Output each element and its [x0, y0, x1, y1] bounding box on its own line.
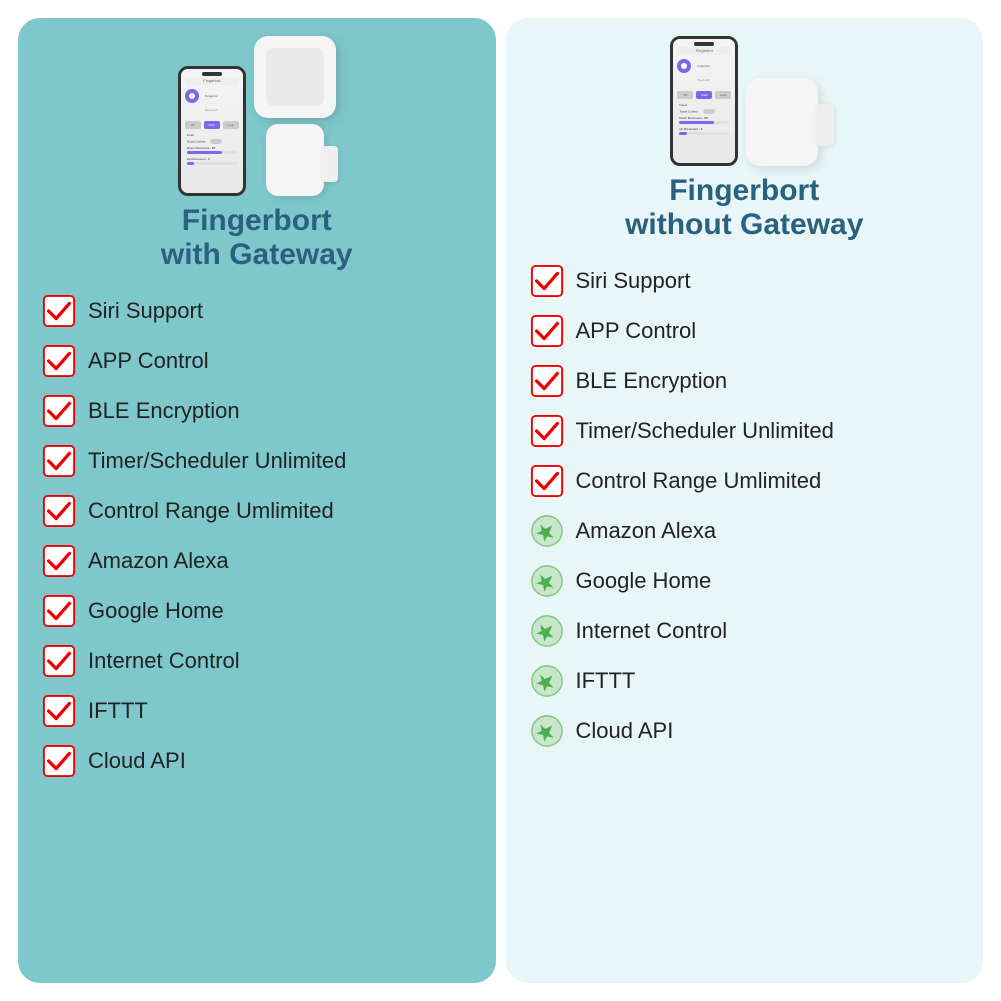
checkmark-icon: [42, 344, 76, 378]
gateway-device: [254, 36, 336, 118]
checkmark-icon: [42, 394, 76, 428]
feature-text: Amazon Alexa: [576, 518, 717, 544]
checkmark-icon: [530, 264, 564, 298]
left-phone-screen: Fingerbot FingerbotBluetooth Off Click L…: [181, 69, 243, 193]
checkmark-icon: [530, 314, 564, 348]
right-phone: Fingerbot FingerbotBluetooth Off Click L…: [670, 36, 738, 166]
left-devices: Fingerbot FingerbotBluetooth Off Click L…: [178, 36, 336, 196]
feature-item: IFTTT: [38, 688, 476, 734]
feature-text: Internet Control: [576, 618, 728, 644]
feature-item: Google Home: [526, 558, 964, 604]
checkmark-icon: [42, 594, 76, 628]
checkmark-icon: [42, 444, 76, 478]
left-gateway-area: [254, 36, 336, 196]
feature-item: Control Range Umlimited: [38, 488, 476, 534]
feature-item: Amazon Alexa: [38, 538, 476, 584]
checkmark-icon: [530, 464, 564, 498]
feature-text: Siri Support: [88, 298, 203, 324]
left-header: Fingerbot FingerbotBluetooth Off Click L…: [38, 36, 476, 272]
feature-item: Siri Support: [38, 288, 476, 334]
feature-item: Internet Control: [526, 608, 964, 654]
checkmark-icon: [42, 644, 76, 678]
right-features-list: Siri Support APP Control BLE Encryption …: [526, 258, 964, 959]
feature-item: Internet Control: [38, 638, 476, 684]
feature-text: Cloud API: [88, 748, 186, 774]
feature-item: Amazon Alexa: [526, 508, 964, 554]
feature-text: Google Home: [88, 598, 224, 624]
feature-text: Control Range Umlimited: [88, 498, 334, 524]
feature-item: BLE Encryption: [526, 358, 964, 404]
feature-text: Internet Control: [88, 648, 240, 674]
checkmark-icon: [42, 494, 76, 528]
feature-item: BLE Encryption: [38, 388, 476, 434]
feature-item: IFTTT: [526, 658, 964, 704]
left-phone: Fingerbot FingerbotBluetooth Off Click L…: [178, 66, 246, 196]
left-fingerbot: [266, 124, 324, 196]
checkmark-icon: [42, 544, 76, 578]
feature-text: APP Control: [88, 348, 209, 374]
feature-text: Google Home: [576, 568, 712, 594]
feature-item: Google Home: [38, 588, 476, 634]
left-features-list: Siri Support APP Control BLE Encryption …: [38, 288, 476, 959]
feature-text: BLE Encryption: [576, 368, 728, 394]
feature-text: Timer/Scheduler Unlimited: [576, 418, 834, 444]
right-title: Fingerbort without Gateway: [625, 174, 863, 242]
right-devices: Fingerbot FingerbotBluetooth Off Click L…: [670, 36, 818, 166]
unavailable-icon: [530, 664, 564, 698]
comparison-container: Fingerbot FingerbotBluetooth Off Click L…: [0, 0, 1001, 1001]
left-title: Fingerbort with Gateway: [161, 204, 353, 272]
feature-item: APP Control: [38, 338, 476, 384]
checkmark-icon: [42, 294, 76, 328]
feature-text: APP Control: [576, 318, 697, 344]
right-header: Fingerbot FingerbotBluetooth Off Click L…: [526, 36, 964, 242]
right-fingerbot: [746, 78, 818, 166]
checkmark-icon: [530, 364, 564, 398]
feature-item: Cloud API: [526, 708, 964, 754]
unavailable-icon: [530, 514, 564, 548]
feature-item: Control Range Umlimited: [526, 458, 964, 504]
right-phone-screen: Fingerbot FingerbotBluetooth Off Click L…: [673, 39, 735, 163]
feature-item: Cloud API: [38, 738, 476, 784]
unavailable-icon: [530, 714, 564, 748]
feature-text: Timer/Scheduler Unlimited: [88, 448, 346, 474]
feature-text: Amazon Alexa: [88, 548, 229, 574]
feature-text: IFTTT: [88, 698, 148, 724]
feature-text: Cloud API: [576, 718, 674, 744]
feature-item: APP Control: [526, 308, 964, 354]
feature-item: Timer/Scheduler Unlimited: [38, 438, 476, 484]
checkmark-icon: [42, 694, 76, 728]
feature-item: Timer/Scheduler Unlimited: [526, 408, 964, 454]
feature-item: Siri Support: [526, 258, 964, 304]
unavailable-icon: [530, 614, 564, 648]
checkmark-icon: [42, 744, 76, 778]
feature-text: IFTTT: [576, 668, 636, 694]
feature-text: Control Range Umlimited: [576, 468, 822, 494]
checkmark-icon: [530, 414, 564, 448]
right-column: Fingerbot FingerbotBluetooth Off Click L…: [506, 18, 984, 983]
feature-text: BLE Encryption: [88, 398, 240, 424]
feature-text: Siri Support: [576, 268, 691, 294]
left-column: Fingerbot FingerbotBluetooth Off Click L…: [18, 18, 496, 983]
unavailable-icon: [530, 564, 564, 598]
